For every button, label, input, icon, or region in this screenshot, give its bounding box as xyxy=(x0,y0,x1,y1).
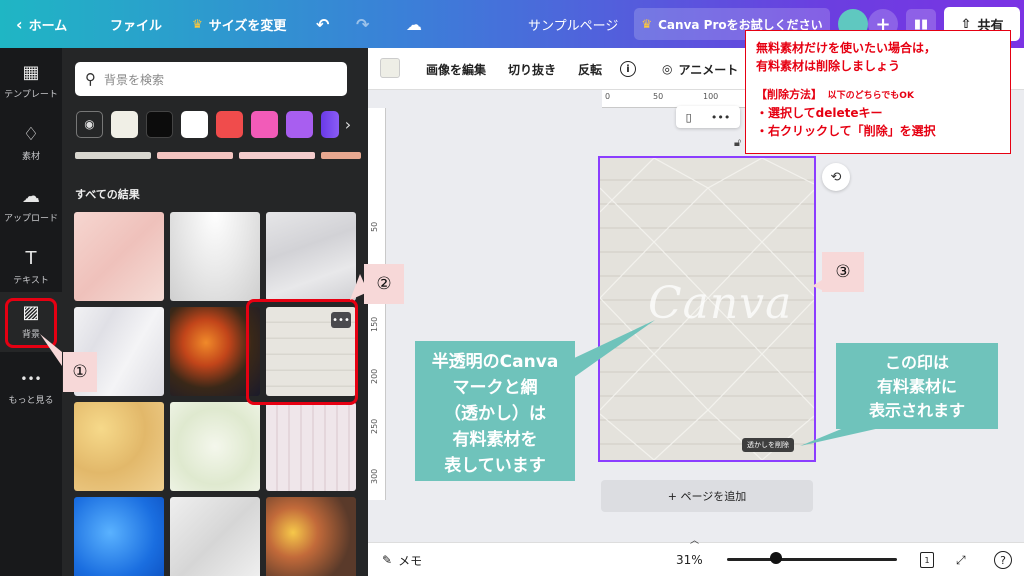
note-line: 半透明のCanva xyxy=(431,352,559,372)
note-mark-explanation: この印は 有料素材に 表示されます xyxy=(836,343,998,429)
step-badge-1: ① xyxy=(63,352,97,392)
instruction-method: 【削除方法】 以下のどちらでもOK xyxy=(756,85,1000,104)
instruction-title: 有料素材は削除しましょう xyxy=(756,59,901,73)
deletion-instructions: 無料素材だけを使いたい場合は， 有料素材は削除しましょう 【削除方法】 以下のど… xyxy=(745,30,1011,154)
step-badge-2: ② xyxy=(364,264,404,304)
note-line: 有料素材を xyxy=(452,430,538,450)
method-item: ・選択してdeleteキー xyxy=(756,106,883,120)
note-line: マークと網 xyxy=(452,378,538,398)
method-label: 【削除方法】 xyxy=(756,88,822,101)
canva-editor: ‹ ホーム ファイル ♛ サイズを変更 ↶ ↷ ☁ サンプルページ ♛ Canv… xyxy=(0,0,1024,576)
note-line: 表示されます xyxy=(868,401,965,420)
method-sub: 以下のどちらでもOK xyxy=(827,91,914,101)
step-badge-3: ③ xyxy=(822,252,864,292)
note-line: この印は xyxy=(884,353,949,372)
method-item: ・右クリックして「削除」を選択 xyxy=(756,124,936,138)
instruction-title: 無料素材だけを使いたい場合は， xyxy=(756,41,937,55)
note-line: 表しています xyxy=(444,456,546,476)
note-line: 有料素材に xyxy=(876,377,957,396)
note-watermark-explanation: 半透明のCanva マークと網 （透かし）は 有料素材を 表しています xyxy=(415,341,575,481)
note-line: （透かし）は xyxy=(444,404,546,424)
